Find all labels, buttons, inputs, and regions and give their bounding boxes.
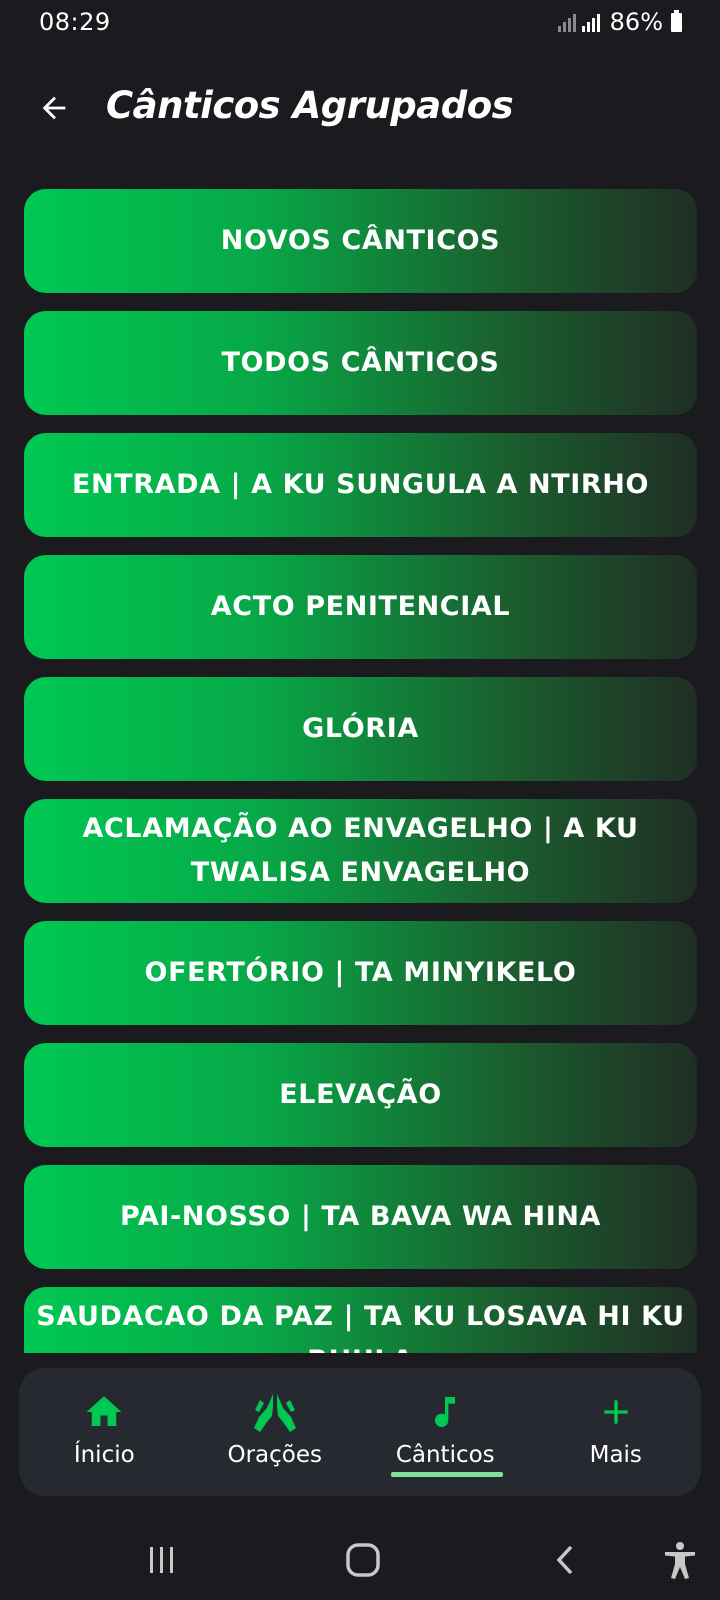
nav-item-oracoes[interactable]: Orações [195,1368,355,1496]
screen: 08:29 86% Cânticos Agrupados NOVOS CÂNTI… [0,0,720,1600]
home-icon [83,1390,125,1434]
recent-apps-icon [150,1547,173,1573]
nav-label: Mais [589,1442,642,1468]
accessibility-icon [665,1542,695,1579]
home-system-button[interactable] [337,1534,389,1586]
category-button-gloria[interactable]: GLÓRIA [24,677,697,781]
category-list[interactable]: NOVOS CÂNTICOS TODOS CÂNTICOS ENTRADA | … [24,189,697,1353]
category-button-todos-canticos[interactable]: TODOS CÂNTICOS [24,311,697,415]
category-button-acto-penitencial[interactable]: ACTO PENITENCIAL [24,555,697,659]
nav-label: Orações [227,1442,322,1468]
nav-label: Ínicio [73,1442,135,1468]
system-back-button[interactable] [540,1534,592,1586]
category-label: TODOS CÂNTICOS [221,347,500,378]
category-label: SAUDACAO DA PAZ | TA KU LOSAVA HI KU RHU… [36,1301,685,1353]
category-button-ofertorio[interactable]: OFERTÓRIO | TA MINYIKELO [24,921,697,1025]
battery-percent: 86% [609,8,663,36]
back-button[interactable] [30,84,78,132]
nav-label: Cânticos [395,1442,495,1468]
category-label: NOVOS CÂNTICOS [220,225,501,256]
category-button-elevacao[interactable]: ELEVAÇÃO [24,1043,697,1147]
category-button-entrada[interactable]: ENTRADA | A KU SUNGULA A NTIRHO [24,433,697,537]
arrow-left-icon [42,96,66,120]
category-label: OFERTÓRIO | TA MINYIKELO [144,957,577,988]
nav-item-canticos[interactable]: Cânticos [365,1368,525,1496]
category-label: ELEVAÇÃO [279,1079,442,1110]
nav-item-mais[interactable]: Mais [536,1368,696,1496]
status-indicators: 86% [557,8,682,36]
chevron-left-icon [556,1545,573,1575]
page-title: Cânticos Agrupados [106,84,514,127]
category-button-saudacao-da-paz[interactable]: SAUDACAO DA PAZ | TA KU LOSAVA HI KU RHU… [24,1287,697,1353]
signal-icon [557,12,576,32]
status-bar: 08:29 86% [0,0,720,46]
category-label: ENTRADA | A KU SUNGULA A NTIRHO [71,469,650,500]
app-header: Cânticos Agrupados [0,70,720,144]
accessibility-button[interactable] [654,1534,706,1586]
category-button-novos-canticos[interactable]: NOVOS CÂNTICOS [24,189,697,293]
category-button-pai-nosso[interactable]: PAI-NOSSO | TA BAVA WA HINA [24,1165,697,1269]
recent-apps-button[interactable] [136,1534,188,1586]
battery-icon [671,9,682,32]
category-label: ACLAMAÇÃO AO ENVAGELHO | A KU TWALISA EN… [82,813,639,888]
active-tab-indicator [391,1472,504,1477]
plus-icon [596,1390,636,1434]
nav-item-inicio[interactable]: Ínicio [24,1368,184,1496]
status-time: 08:29 [39,8,111,36]
category-label: GLÓRIA [302,713,419,744]
praying-hands-icon [250,1390,300,1434]
signal-strong-icon [581,12,600,32]
category-label: PAI-NOSSO | TA BAVA WA HINA [119,1201,602,1232]
home-square-icon [346,1543,380,1577]
system-nav-bar [0,1520,720,1600]
category-button-aclamacao[interactable]: ACLAMAÇÃO AO ENVAGELHO | A KU TWALISA EN… [24,799,697,903]
bottom-nav: Ínicio Orações Cânticos Mais [19,1368,701,1496]
category-label: ACTO PENITENCIAL [210,591,511,622]
music-note-icon [425,1390,465,1434]
